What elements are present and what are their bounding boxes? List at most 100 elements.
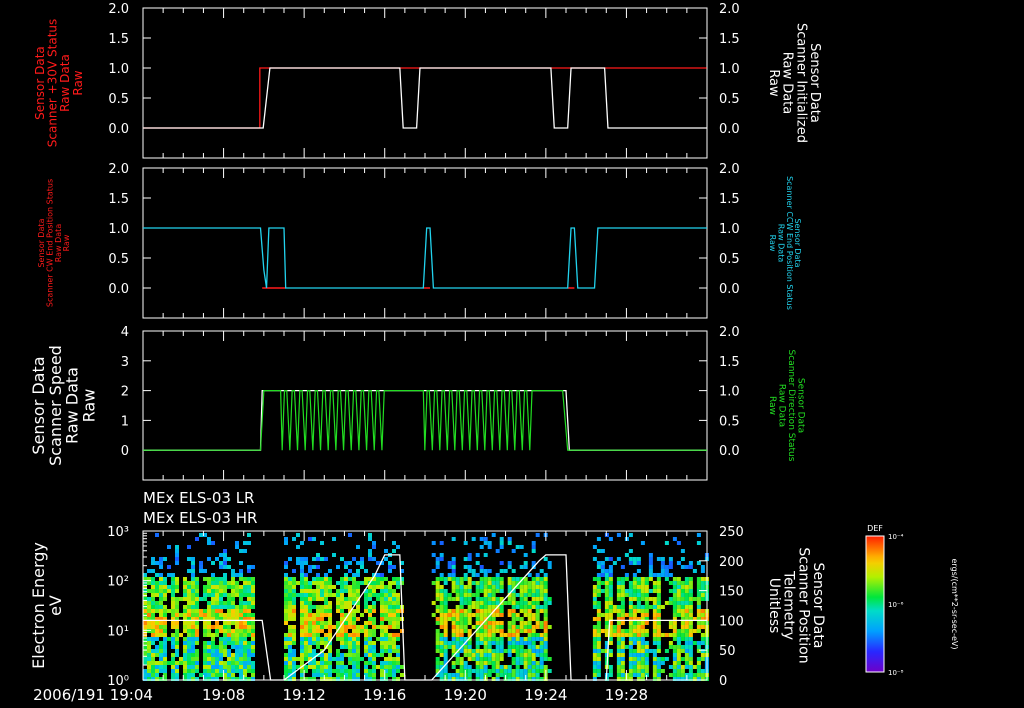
spectrogram-cell <box>352 609 356 613</box>
spectrogram-cell <box>179 613 183 617</box>
spectrogram-cell <box>479 649 484 653</box>
spectrogram-cell <box>636 633 641 637</box>
spectrogram-cell <box>487 645 492 649</box>
spectrogram-cell <box>324 597 328 601</box>
spectrogram-cell <box>143 593 147 597</box>
spectrogram-cell <box>451 665 456 669</box>
spectrogram-cell <box>539 653 544 657</box>
spectrogram-cell <box>527 625 532 629</box>
spectrogram-cell <box>636 629 641 633</box>
spectrogram-cell <box>364 621 368 625</box>
spectrogram-cell <box>324 601 328 605</box>
spectrogram-cell <box>308 621 312 625</box>
spectrogram-cell <box>376 653 380 657</box>
spectrogram-cell <box>175 653 179 657</box>
spectrogram-cell <box>648 589 653 593</box>
spectrogram-cell <box>147 569 151 573</box>
spectrogram-cell <box>288 557 292 561</box>
spectrogram-cell <box>147 581 151 585</box>
spectrogram-cell <box>316 577 320 581</box>
spectrogram-cell <box>231 633 235 637</box>
spectrogram-cell <box>688 673 693 677</box>
spectrogram-cell <box>195 669 199 673</box>
y-tick-label: 1.0 <box>108 222 129 237</box>
spectrogram-cell <box>392 581 396 585</box>
spectrogram-cell <box>187 641 191 645</box>
spectrogram-cell <box>183 625 187 629</box>
spectrogram-cell <box>600 649 605 653</box>
spectrogram-cell <box>243 541 247 545</box>
spectrogram-cell <box>435 633 440 637</box>
spectrogram-cell <box>439 661 444 665</box>
spectrogram-cell <box>368 553 372 557</box>
spectrogram-cell <box>223 645 227 649</box>
spectrogram-cell <box>455 637 460 641</box>
spectrogram-cell <box>535 661 540 665</box>
spectrogram-cell <box>223 629 227 633</box>
spectrogram-cell <box>543 605 548 609</box>
spectrogram-cell <box>543 633 548 637</box>
spectrogram-cell <box>159 605 163 609</box>
spectrogram-cell <box>368 617 372 621</box>
spectrogram-cell <box>632 593 637 597</box>
spectrogram-cell <box>463 661 468 665</box>
spectrogram-cell <box>344 565 348 569</box>
spectrogram-cell <box>312 665 316 669</box>
spectrogram-cell <box>628 673 633 677</box>
spectrogram-cell <box>320 629 324 633</box>
spectrogram-cell <box>632 629 637 633</box>
spectrogram-cell <box>535 649 540 653</box>
axis-label-line: Raw <box>767 396 777 415</box>
spectrogram-cell <box>155 585 159 589</box>
spectrogram-cell <box>499 629 504 633</box>
spectrogram-cell <box>215 601 219 605</box>
spectrogram-cell <box>320 589 324 593</box>
spectrogram-cell <box>340 617 344 621</box>
spectrogram-cell <box>455 673 460 677</box>
spectrogram-cell <box>288 657 292 661</box>
spectrogram-cell <box>207 581 211 585</box>
spectrogram-cell <box>543 621 548 625</box>
spectrogram-cell <box>640 669 645 673</box>
spectrogram-cell <box>344 641 348 645</box>
spectrogram-cell <box>336 589 340 593</box>
spectrogram-cell <box>519 605 524 609</box>
spectrogram-cell <box>199 673 203 677</box>
spectrogram-cell <box>636 645 641 649</box>
spectrogram-cell <box>539 625 544 629</box>
spectrogram-cell <box>175 577 179 581</box>
spectrogram-cell <box>455 621 460 625</box>
spectrogram-cell <box>203 577 207 581</box>
spectrogram-cell <box>467 669 472 673</box>
spectrogram-cell <box>515 633 520 637</box>
spectrogram-cell <box>527 657 532 661</box>
spectrogram-cell <box>620 665 625 669</box>
spectrogram-cell <box>304 605 308 609</box>
spectrogram-cell <box>308 609 312 613</box>
spectrogram-cell <box>527 617 532 621</box>
spectrogram-cell <box>239 573 243 577</box>
spectrogram-cell <box>660 633 665 637</box>
spectrogram-cell <box>159 593 163 597</box>
spectrogram-cell <box>223 585 227 589</box>
spectrogram-cell <box>396 621 400 625</box>
spectrogram-cell <box>467 673 472 677</box>
spectrogram-cell <box>324 593 328 597</box>
spectrogram-cell <box>592 637 597 641</box>
spectrogram-cell <box>676 649 681 653</box>
spectrogram-cell <box>531 665 536 669</box>
spectrogram-cell <box>300 601 304 605</box>
spectrogram-cell <box>596 657 601 661</box>
spectrogram-cell <box>187 609 191 613</box>
spectrogram-cell <box>147 669 151 673</box>
spectrogram-cell <box>511 669 516 673</box>
spectrogram-cell <box>487 669 492 673</box>
spectrogram-cell <box>523 629 528 633</box>
spectrogram-cell <box>352 581 356 585</box>
spectrogram-cell <box>608 557 613 561</box>
spectrogram-cell <box>235 541 239 545</box>
spectrogram-cell <box>336 621 340 625</box>
spectrogram-cell <box>372 625 376 629</box>
spectrogram-cell <box>320 577 324 581</box>
spectrogram-cell <box>660 605 665 609</box>
